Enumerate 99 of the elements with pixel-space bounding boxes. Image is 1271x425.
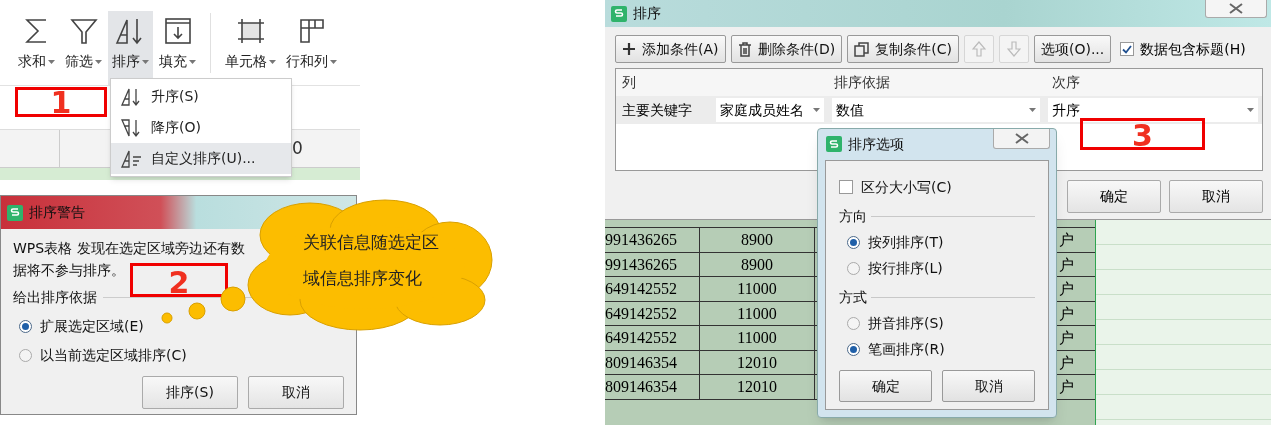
dialog-button[interactable]: 取消: [248, 376, 344, 409]
group-label: 方向: [839, 207, 867, 225]
table-cell: 12010: [700, 375, 815, 399]
row-label: 主要关键字: [621, 100, 693, 120]
dialog-button[interactable]: 确定: [839, 370, 932, 402]
table-cell: 991436265: [605, 228, 700, 252]
header-checkbox[interactable]: 数据包含标题(H): [1120, 38, 1246, 60]
toolbar-button[interactable]: 选项(O)...: [1033, 35, 1112, 63]
order-select[interactable]: 升序: [1048, 98, 1258, 122]
column-header: 0: [292, 136, 303, 160]
checkbox[interactable]: [839, 180, 853, 194]
trash-icon: [737, 41, 752, 57]
table-cell: 991436265: [605, 252, 700, 276]
down-arrow-icon: [1006, 41, 1021, 57]
table-cell-text: 户: [1058, 377, 1074, 398]
menu-item[interactable]: 降序(O): [111, 112, 291, 143]
radio-option[interactable]: 拼音排序(S): [847, 314, 944, 332]
rows-columns-icon: [297, 17, 326, 45]
table-cell: 8900: [700, 228, 815, 252]
annotation-box: 3: [1080, 118, 1205, 150]
caret-icon: [330, 59, 337, 64]
warning-message: 据将不参与排序。: [13, 261, 125, 280]
close-button[interactable]: [993, 129, 1050, 149]
dialog-button[interactable]: 排序(S): [142, 376, 238, 409]
toolbar-button[interactable]: 复制条件(C): [847, 35, 959, 63]
annotation-box: 1: [15, 87, 107, 117]
radio-option[interactable]: 按列排序(T): [847, 233, 944, 251]
fill-icon: [163, 17, 192, 45]
table-cell-text: 户: [1058, 352, 1074, 374]
table-cell: 649142552: [605, 277, 700, 301]
toolbar-button[interactable]: 删除条件(D): [730, 35, 843, 63]
caret-icon: [1247, 108, 1254, 112]
menu-item[interactable]: 自定义排序(U)...: [111, 143, 291, 174]
table-cell: 809146354: [605, 375, 700, 399]
caret-icon: [142, 59, 149, 64]
caret-icon: [813, 108, 820, 112]
dialog-title: 排序选项: [848, 134, 904, 154]
radio-option[interactable]: 以当前选定区域排序(C): [19, 345, 187, 366]
table-cell-text: 户: [1058, 303, 1074, 325]
table-cell-text: 户: [1058, 254, 1074, 276]
case-checkbox[interactable]: 区分大小写(C): [839, 178, 1035, 196]
column-header: 次序: [1051, 73, 1080, 92]
callout-text: 域信息排序变化: [303, 267, 423, 289]
toolbar-button[interactable]: 添加条件(A): [615, 35, 726, 63]
close-icon: [1014, 133, 1029, 144]
column-header: 排序依据: [833, 73, 891, 92]
table-cell: 11000: [700, 277, 815, 301]
radio-option[interactable]: 按行排序(L): [847, 259, 943, 277]
annotation-box: 2: [130, 263, 228, 297]
radio-button[interactable]: [847, 316, 860, 330]
copy-icon: [854, 41, 870, 57]
table-cell-text: 户: [1058, 230, 1074, 251]
table-cell: 809146354: [605, 350, 700, 374]
radio-button[interactable]: [847, 235, 860, 249]
caret-icon: [189, 59, 196, 64]
caret-icon: [1029, 108, 1036, 112]
radio-button[interactable]: [847, 261, 860, 275]
toolbar-button[interactable]: 求和: [14, 11, 59, 85]
up-arrow-icon: [971, 41, 986, 57]
table-cell: 649142552: [605, 326, 700, 350]
radio-option[interactable]: 笔画排序(R): [847, 340, 945, 358]
table-cell: 12010: [700, 350, 815, 374]
warning-message: WPS表格 发现在选定区域旁边还有数: [13, 239, 245, 258]
dialog-button[interactable]: 取消: [942, 370, 1035, 402]
app-logo-icon: [826, 136, 842, 152]
plus-icon: [622, 42, 636, 56]
dialog-title: 排序: [633, 4, 661, 23]
column-select[interactable]: 家庭成员姓名: [716, 98, 824, 122]
caret-icon: [48, 59, 55, 64]
close-button[interactable]: [1205, 0, 1267, 18]
radio-option[interactable]: 扩展选定区域(E): [19, 316, 144, 337]
close-icon: [1229, 3, 1243, 14]
column-header: 列: [621, 73, 637, 92]
radio-button[interactable]: [19, 349, 32, 362]
table-cell: 8900: [700, 252, 815, 276]
custom-sort-icon: [121, 148, 143, 169]
checkbox[interactable]: [1120, 42, 1135, 56]
caret-icon: [95, 59, 102, 64]
table-cell-text: 户: [1058, 328, 1074, 349]
radio-button[interactable]: [19, 320, 32, 333]
basis-select[interactable]: 数值: [832, 98, 1040, 122]
dialog-button[interactable]: 确定: [1067, 180, 1161, 213]
group-label: 方式: [839, 288, 867, 306]
app-logo-icon: [7, 204, 23, 221]
dialog-title: 排序警告: [29, 203, 85, 222]
caret-icon: [269, 59, 276, 64]
group-label: 给出排序依据: [13, 288, 97, 307]
cell-icon: [235, 17, 266, 45]
table-cell: 649142552: [605, 301, 700, 325]
radio-button[interactable]: [847, 342, 860, 356]
filter-icon: [69, 17, 98, 45]
app-logo-icon: [611, 5, 627, 22]
toolbar-button[interactable]: 筛选: [61, 11, 106, 85]
table-cell: 11000: [700, 301, 815, 325]
table-cell: 11000: [700, 326, 815, 350]
dialog-button[interactable]: 取消: [1169, 180, 1263, 213]
table-cell-text: 户: [1058, 279, 1074, 300]
callout-text: 关联信息随选定区: [303, 231, 439, 253]
toolbar-button[interactable]: 排序: [108, 11, 153, 85]
